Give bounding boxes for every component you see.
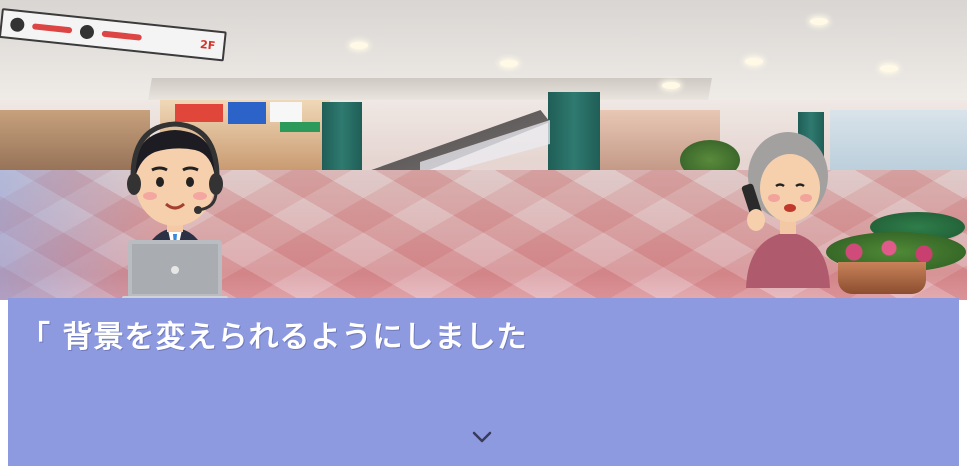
dialogue-text: 「 背景を変えられるようにしました [20,320,528,355]
shop-sign [270,102,302,122]
sign-icon [79,24,95,40]
ceiling-light [810,18,828,25]
ceiling-light [500,60,518,67]
chevron-down-icon[interactable] [470,429,494,445]
wall-right [830,110,967,170]
game-scene[interactable]: 2F 「 背景を変えられるようにしました [0,0,967,466]
shop-sign [280,122,320,132]
operator-character [122,121,228,304]
flower-pot [838,262,926,294]
ceiling-light [350,42,368,49]
ceiling-light [880,65,898,72]
dialogue-box[interactable]: 「 背景を変えられるようにしました [8,298,959,466]
sign-mark [101,30,142,41]
pillar [322,102,362,174]
sign-icon [9,17,26,33]
ceiling-edge [148,78,712,100]
shop-sign [228,102,266,124]
sign-mark [31,23,73,34]
ceiling-light [662,82,680,89]
sign-floor-label: 2F [199,37,216,52]
ceiling-light [745,58,763,65]
caller-character [741,132,830,288]
